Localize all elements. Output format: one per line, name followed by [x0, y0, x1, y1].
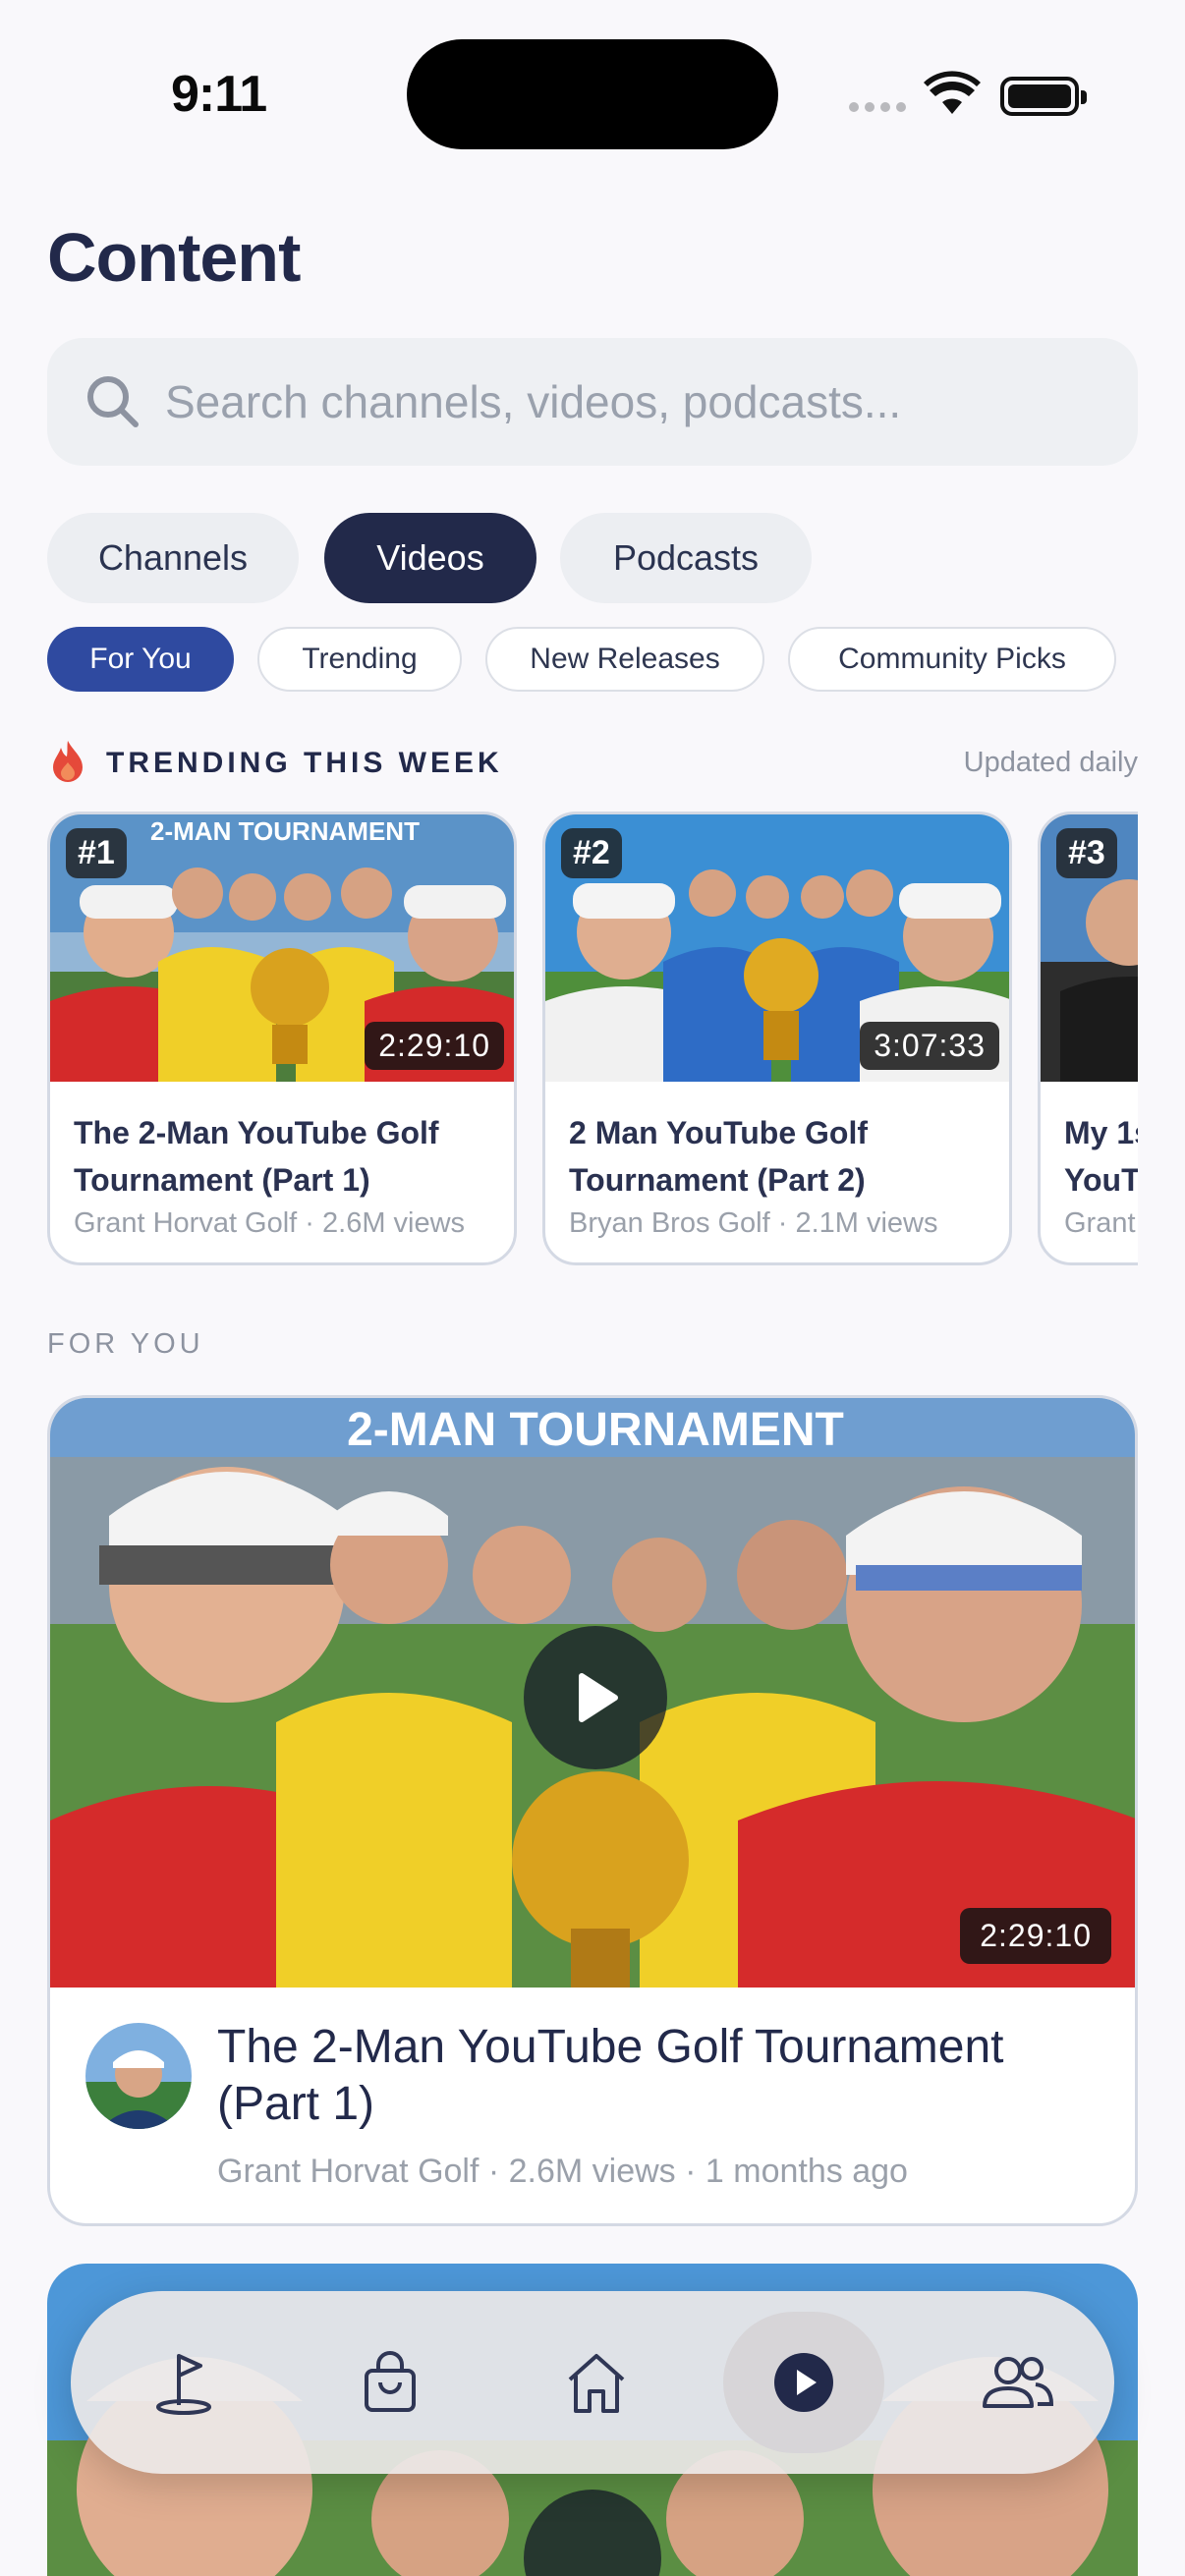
video-meta: Grant Horvat Golf [1064, 1207, 1138, 1239]
duration-badge: 3:07:33 [860, 1022, 999, 1070]
status-time: 9:11 [171, 66, 267, 123]
duration-badge: 2:29:10 [365, 1022, 504, 1070]
trending-section-title: TRENDING THIS WEEK [106, 747, 503, 779]
shopping-bag-icon [365, 2351, 416, 2412]
duration-badge: 2:29:10 [960, 1908, 1111, 1964]
svg-text:2-MAN TOURNAMENT: 2-MAN TOURNAMENT [150, 816, 420, 846]
cellular-signal-icon [849, 102, 906, 112]
video-thumbnail: #3 [1041, 814, 1138, 1082]
filter-community-picks[interactable]: Community Picks [788, 627, 1116, 692]
filter-for-you[interactable]: For You [47, 627, 234, 692]
video-meta: Bryan Bros Golf · 2.1M views [569, 1207, 938, 1239]
for-you-section-label: FOR YOU [47, 1328, 204, 1360]
page-title: Content [47, 219, 301, 296]
play-icon [579, 1673, 618, 1722]
video-thumbnail: #2 3:07:33 [545, 814, 1009, 1082]
video-thumbnail: 2-MAN TOURNAMENT #1 2:29:10 [50, 814, 514, 1082]
trending-card-clip: #3 My 1st Hole-in-One on the YouTube Tou… [1038, 812, 1138, 1265]
search-input[interactable] [165, 338, 1108, 466]
video-meta: Grant Horvat Golf · 2.6M views · 1 month… [217, 2153, 908, 2190]
segment-podcasts[interactable]: Podcasts [560, 513, 812, 603]
rank-badge: #2 [561, 828, 622, 878]
home-icon [568, 2354, 625, 2413]
featured-video-card[interactable]: 2-MAN TOURNAMENT 2:29:10 The 2-Man YouTu… [47, 1395, 1138, 2226]
tab-golf[interactable] [122, 2321, 246, 2444]
video-title: My 1st Hole-in-One on the YouTube Tour [1064, 1115, 1138, 1198]
video-title: The 2-Man YouTube Golf Tournament (Part … [74, 1115, 439, 1198]
trending-card[interactable]: 2-MAN TOURNAMENT #1 2:29:10 The 2-Man Yo… [47, 812, 517, 1265]
tab-shop[interactable] [328, 2321, 452, 2444]
flame-icon [51, 739, 85, 787]
play-icon [774, 2353, 833, 2412]
wifi-icon [924, 71, 981, 119]
search-icon [85, 373, 141, 435]
rank-badge: #1 [66, 828, 127, 878]
tab-community[interactable] [955, 2321, 1079, 2444]
play-button[interactable] [524, 1626, 667, 1769]
filter-trending[interactable]: Trending [257, 627, 462, 692]
bottom-tab-bar [71, 2291, 1114, 2474]
thumbnail-banner-text: 2-MAN TOURNAMENT [347, 1404, 844, 1456]
segment-channels[interactable]: Channels [47, 513, 299, 603]
battery-icon [1000, 77, 1087, 116]
video-thumbnail: 2-MAN TOURNAMENT 2:29:10 [50, 1398, 1135, 1988]
tab-home[interactable] [535, 2321, 658, 2444]
trending-card[interactable]: #3 My 1st Hole-in-One on the YouTube Tou… [1038, 812, 1138, 1265]
dynamic-island [407, 39, 778, 149]
tab-videos[interactable] [723, 2312, 884, 2453]
community-icon [983, 2357, 1054, 2408]
filter-new-releases[interactable]: New Releases [485, 627, 764, 692]
trending-updated-note: Updated daily [963, 747, 1138, 778]
video-meta: Grant Horvat Golf · 2.6M views [74, 1207, 466, 1239]
video-title: The 2-Man YouTube Golf Tournament (Part … [217, 2021, 1004, 2130]
channel-avatar[interactable] [85, 2023, 192, 2129]
golf-flag-icon [156, 2354, 211, 2415]
trending-card[interactable]: #2 3:07:33 2 Man YouTube Golf Tournament… [542, 812, 1012, 1265]
video-title: 2 Man YouTube Golf Tournament (Part 2) [569, 1115, 868, 1198]
segment-videos[interactable]: Videos [324, 513, 536, 603]
rank-badge: #3 [1056, 828, 1117, 878]
